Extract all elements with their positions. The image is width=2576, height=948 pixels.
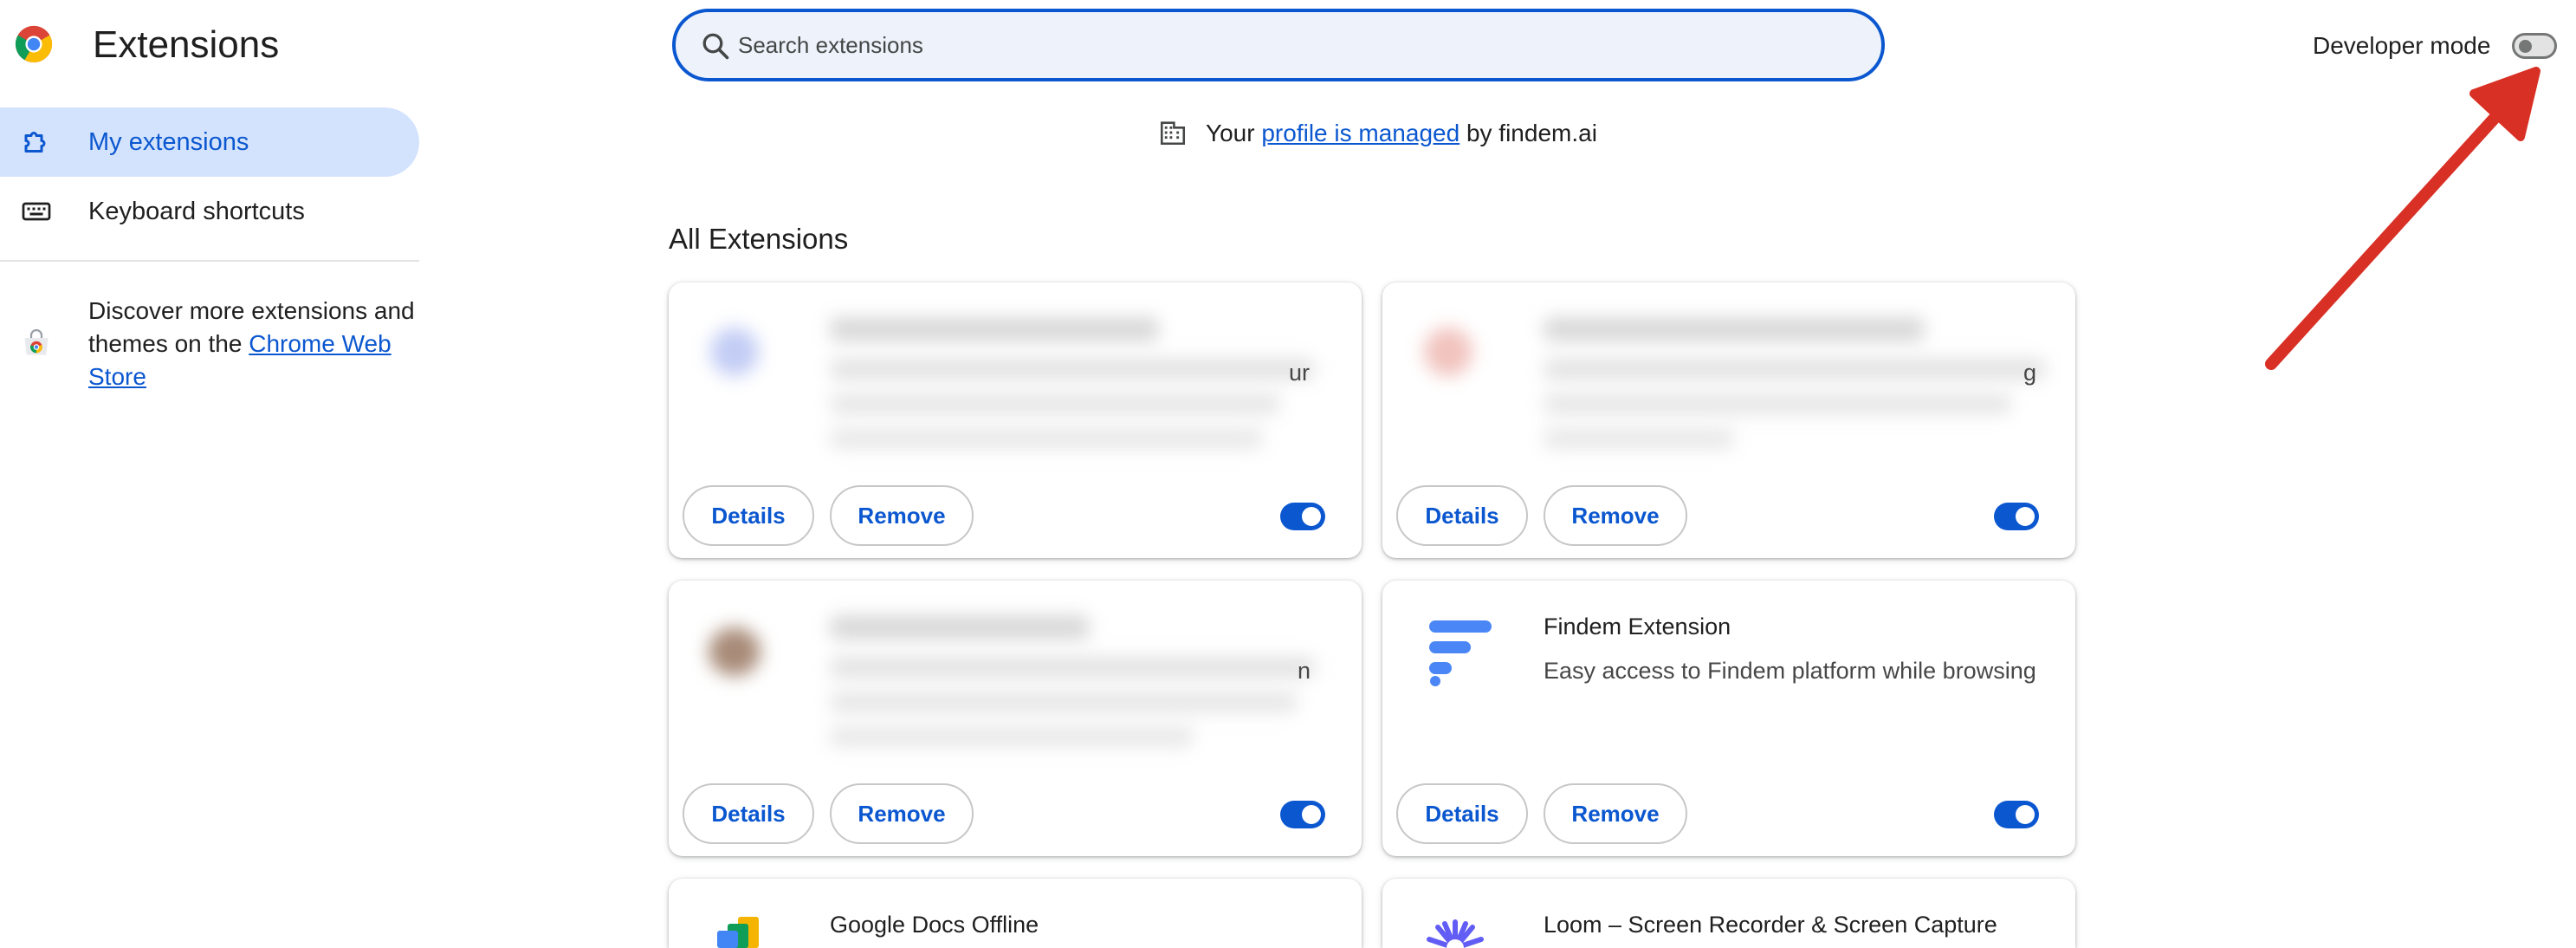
sidebar-item-keyboard-shortcuts[interactable]: Keyboard shortcuts xyxy=(0,177,419,246)
toggle-knob xyxy=(2016,507,2035,526)
toggle-knob xyxy=(2016,805,2035,824)
sidebar-item-label: My extensions xyxy=(88,128,249,156)
remove-button[interactable]: Remove xyxy=(1544,485,1687,546)
description-line-blurred xyxy=(830,359,1315,380)
sidebar-item-my-extensions[interactable]: My extensions xyxy=(0,107,419,177)
extension-description-fragment: g xyxy=(2023,360,2037,386)
chrome-logo-icon xyxy=(15,25,53,63)
extension-icon-blurred xyxy=(710,328,759,376)
developer-mode-toggle[interactable] xyxy=(2512,33,2557,59)
description-line-blurred xyxy=(1544,359,2046,380)
extension-name: Google Docs Offline xyxy=(830,912,1039,938)
sidebar-item-label: Keyboard shortcuts xyxy=(88,198,305,225)
description-line-blurred xyxy=(830,726,1194,747)
page-title: Extensions xyxy=(93,23,280,66)
extension-name: Loom – Screen Recorder & Screen Capture xyxy=(1544,912,1997,938)
details-button[interactable]: Details xyxy=(1396,783,1528,844)
loom-logo-icon xyxy=(1427,919,1484,948)
extension-card: g Details Remove xyxy=(1382,282,2075,558)
remove-button[interactable]: Remove xyxy=(1544,783,1687,844)
toggle-knob xyxy=(2519,40,2532,53)
google-docs-offline-icon xyxy=(717,917,759,948)
extension-card: Google Docs Offline xyxy=(669,879,1362,948)
description-line-blurred xyxy=(1544,393,2011,414)
toggle-knob xyxy=(1302,507,1321,526)
details-button[interactable]: Details xyxy=(683,783,814,844)
extension-name-blurred xyxy=(1544,317,1925,341)
remove-button[interactable]: Remove xyxy=(830,783,974,844)
extension-icon-blurred xyxy=(1424,328,1472,376)
description-line-blurred xyxy=(830,657,1315,678)
keyboard-icon xyxy=(22,202,51,221)
description-line-blurred xyxy=(830,428,1263,449)
extension-card: ur Details Remove xyxy=(669,282,1362,558)
search-icon xyxy=(702,33,729,60)
extension-name: Findem Extension xyxy=(1544,614,1731,640)
all-extensions-heading: All Extensions xyxy=(669,223,849,255)
extension-name-blurred xyxy=(830,317,1159,341)
description-line-blurred xyxy=(1544,428,1734,449)
developer-mode-label: Developer mode xyxy=(2313,32,2491,59)
extension-enabled-toggle[interactable] xyxy=(1994,503,2039,530)
extension-card: Loom – Screen Recorder & Screen Capture xyxy=(1382,879,2075,948)
managed-suffix: by findem.ai xyxy=(1460,120,1597,146)
search-bar[interactable] xyxy=(672,9,1885,81)
extension-enabled-toggle[interactable] xyxy=(1994,801,2039,828)
extension-enabled-toggle[interactable] xyxy=(1280,503,1325,530)
managed-prefix: Your xyxy=(1206,120,1262,146)
extension-name-blurred xyxy=(830,615,1090,640)
findem-logo-icon xyxy=(1429,620,1492,686)
extension-card: Findem Extension Easy access to Findem p… xyxy=(1382,581,2075,856)
toggle-knob xyxy=(1302,805,1321,824)
description-line-blurred xyxy=(830,393,1280,414)
details-button[interactable]: Details xyxy=(1396,485,1528,546)
remove-button[interactable]: Remove xyxy=(830,485,974,546)
sidebar-divider xyxy=(0,260,419,262)
building-icon xyxy=(1160,121,1186,146)
extension-description-fragment: n xyxy=(1298,658,1311,684)
details-button[interactable]: Details xyxy=(683,485,814,546)
extension-description: Easy access to Findem platform while bro… xyxy=(1544,658,2036,684)
extension-description-fragment: ur xyxy=(1289,360,1311,386)
chrome-web-store-icon xyxy=(24,328,49,355)
profile-managed-link[interactable]: profile is managed xyxy=(1261,120,1460,146)
puzzle-icon xyxy=(24,132,46,153)
extension-card: n Details Remove xyxy=(669,581,1362,856)
search-input[interactable] xyxy=(738,24,1847,66)
extension-enabled-toggle[interactable] xyxy=(1280,801,1325,828)
extension-icon-blurred xyxy=(709,627,761,676)
discover-more-text: Discover more extensions and themes on t… xyxy=(88,295,417,393)
description-line-blurred xyxy=(830,692,1298,712)
